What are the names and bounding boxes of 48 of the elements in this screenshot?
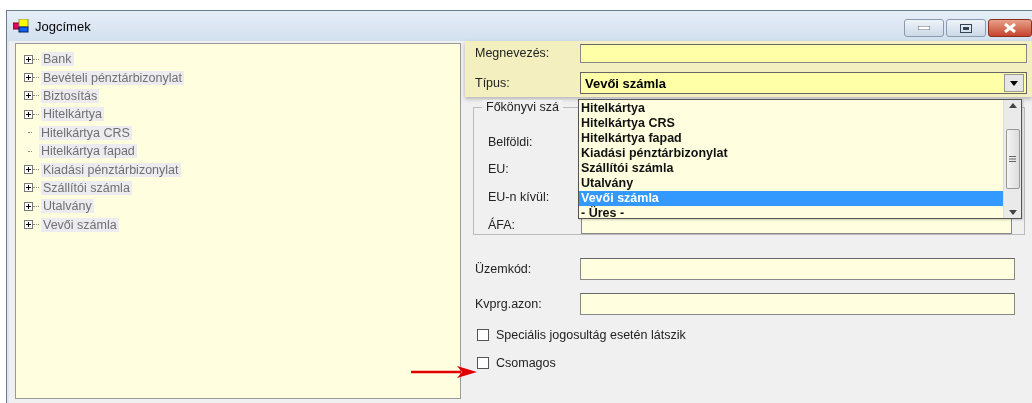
checkbox[interactable] [477, 357, 489, 369]
group-title: Főkönyvi szá [482, 100, 563, 114]
maximize-button[interactable] [946, 19, 986, 37]
field-label: EU-n kívül: [488, 190, 551, 204]
close-icon [1003, 23, 1017, 33]
checkbox-label[interactable]: Speciális jogosultág esetén látszik [496, 328, 686, 342]
dropdown-option[interactable]: Hitelkártya [579, 101, 1003, 116]
tree-item[interactable]: Bevételi pénztárbizonylat [41, 70, 184, 85]
dropdown-option[interactable]: Kiadási pénztárbizonylat [579, 146, 1003, 161]
name-field[interactable] [580, 43, 1027, 63]
scroll-up-icon[interactable] [1008, 103, 1017, 108]
tree-item[interactable]: Hitelkártya CRS [39, 125, 132, 140]
tree-item[interactable]: Szállítói számla [41, 180, 132, 195]
tree-item[interactable]: Hitelkártya fapad [39, 144, 137, 159]
field-label: Típus: [475, 76, 511, 91]
dropdown-option[interactable]: Hitelkártya fapad [579, 131, 1003, 146]
caret-icon [1010, 80, 1018, 86]
field-label: Kvprg.azon: [475, 296, 543, 311]
checkbox-label[interactable]: Csomagos [496, 356, 556, 370]
field-label: ÁFA: [488, 217, 517, 232]
arrow-icon [411, 366, 477, 378]
close-button[interactable] [988, 19, 1032, 37]
tree-item[interactable]: Vevői számla [41, 217, 119, 232]
dropdown-option[interactable]: Vevői számla [579, 191, 1003, 206]
input-field[interactable] [580, 257, 1015, 280]
minimize-icon [918, 26, 930, 30]
dropdown-option[interactable]: Szállítói számla [579, 161, 1003, 176]
input-field[interactable] [580, 292, 1015, 315]
field-label: Megnevezés: [475, 46, 551, 61]
tree-item[interactable]: Bank [41, 52, 74, 67]
checkbox[interactable] [477, 329, 489, 341]
field-label: Belföldi: [488, 134, 534, 149]
tree-item[interactable]: Biztosítás [41, 88, 100, 103]
tree-item[interactable]: Hitelkártya [41, 107, 105, 122]
scroll-down-icon[interactable] [1008, 210, 1017, 215]
maximize-icon [960, 23, 972, 33]
dropdown-option[interactable]: Hitelkártya CRS [579, 116, 1003, 131]
dropdown-option[interactable]: - Üres - [579, 206, 1003, 221]
grip-icon [1009, 156, 1016, 162]
tree-item[interactable]: Kiadási pénztárbizonylat [41, 162, 181, 177]
dropdown-option[interactable]: Utalvány [579, 176, 1003, 191]
scrollbar[interactable] [1003, 100, 1021, 218]
app-icon [13, 19, 29, 33]
window-title: Jogcímek [35, 18, 91, 34]
field-label: Üzemkód: [475, 261, 533, 276]
field-label: EU: [488, 162, 510, 177]
tree-item[interactable]: Utalvány [41, 199, 94, 214]
type-dropdown[interactable]: Vevői számla [580, 72, 1027, 95]
